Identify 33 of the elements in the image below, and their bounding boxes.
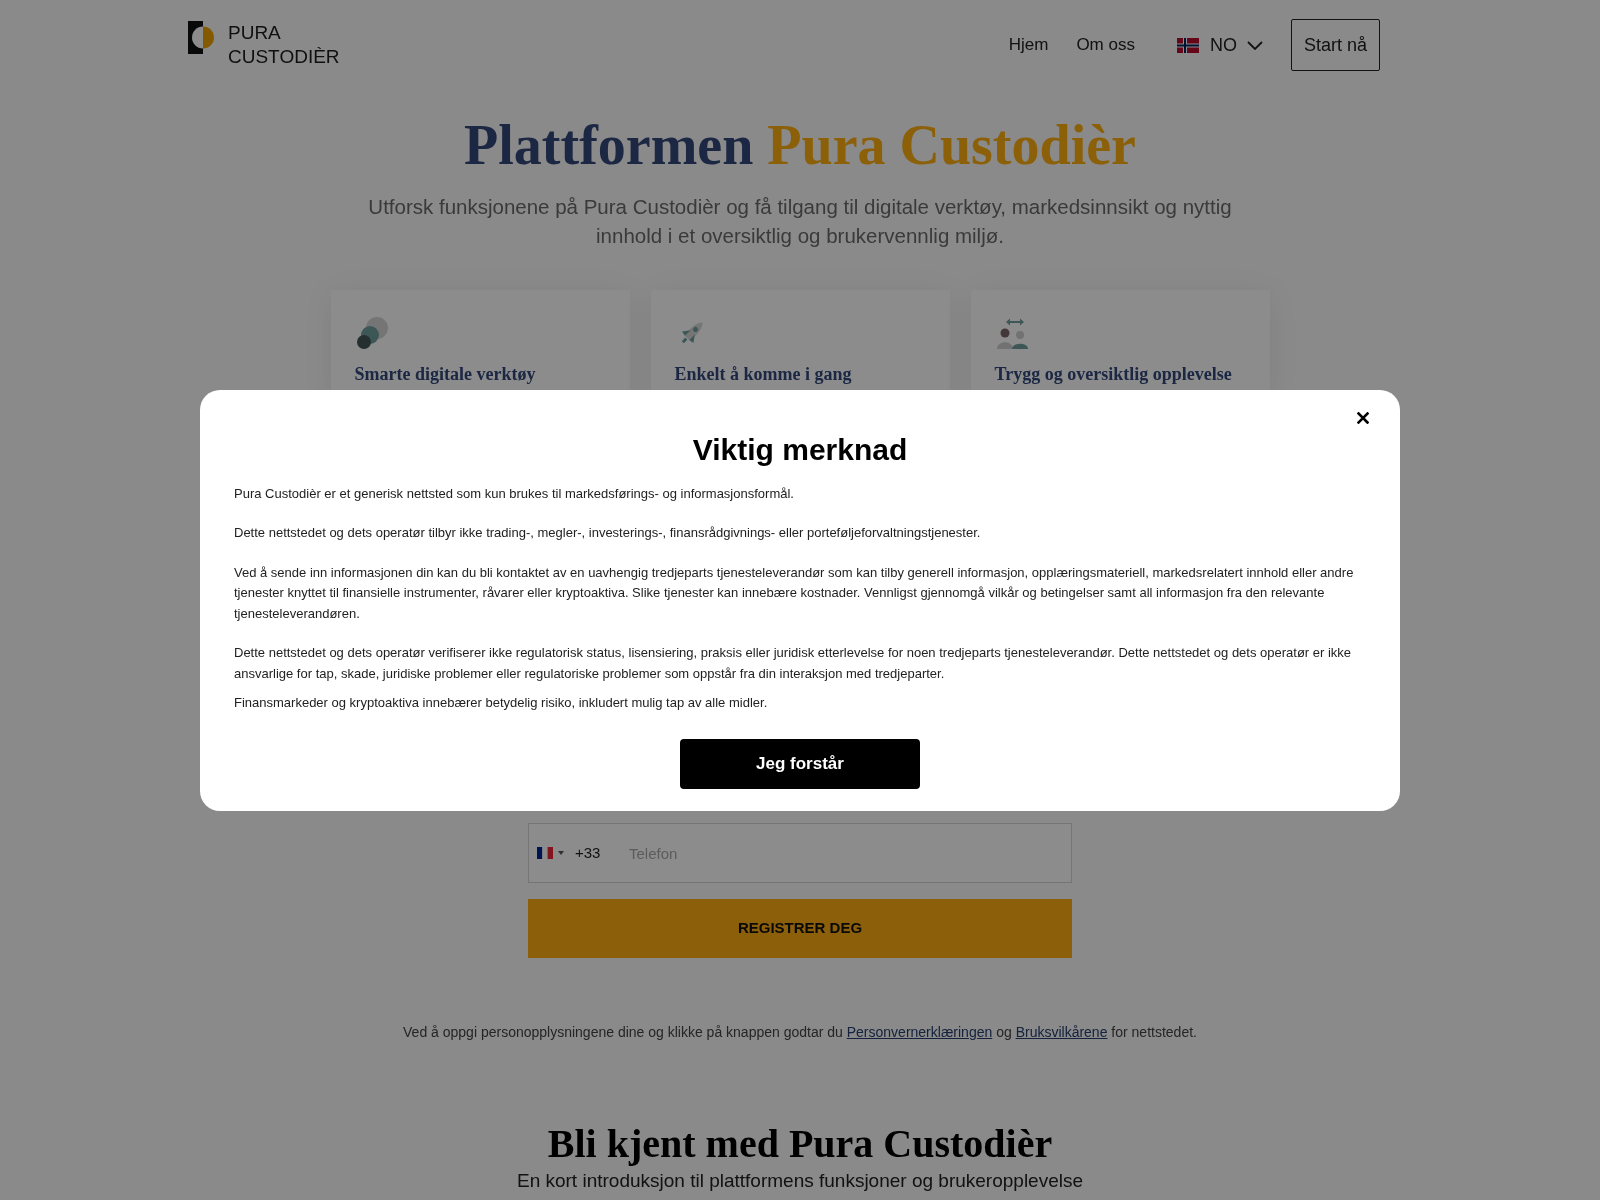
close-icon [1357, 411, 1369, 424]
feature-title: Smarte digitale verktøy [354, 363, 537, 386]
hero-subtitle: Utforsk funksjonene på Pura Custodièr og få tilgang til digitale verktøy, markedsinnsikt og nyttig innhold i et oversiktlig og brukervennlig miljø. [367, 194, 1233, 249]
consent-text: Ved å oppgi personopplysningene dine og klikke på knappen godtar du Personvernerklæringen og Bruksvilkårene for nettstedet. [402, 1023, 1198, 1042]
country-selector[interactable] [537, 847, 564, 859]
dialog-title: Viktig merknad [691, 431, 909, 468]
confirm-button[interactable]: Jeg forstår [680, 738, 920, 789]
section-title: Bli kjent med Pura Custodièr [546, 1121, 1054, 1167]
circles-icon [354, 316, 389, 350]
register-button[interactable]: REGISTRER DEG [528, 899, 1072, 958]
nav-link[interactable]: Hjem [1008, 32, 1049, 58]
feature-title: Trygg og oversiktlig opplevelse [994, 363, 1233, 386]
feature-title: Enkelt å komme i gang [674, 363, 853, 386]
hero-title: Plattformen Pura Custodièr [463, 113, 1137, 178]
logo-icon [188, 21, 214, 54]
notice-paragraph: Ved å sende inn informasjonen din kan du bli kontaktet av en uavhengig tredjeparts tjenesteleverandør som kan tilby generell informasjon, opplæringsmateriell, markedsrelatert innhold eller andre tjenester knyttet til finansielle instrumenter, råvarer eller kryptoaktiva. Slike tjenester kan innebære kostnader. Vennligst gjennomgå vilkår og betingelser samt all informasjon fra den relevante tjenesteleverandøren. [234, 563, 1355, 623]
consent-link[interactable]: Bruksvilkårene [1015, 1024, 1108, 1040]
consent-link[interactable]: Personvernerklæringen [846, 1024, 993, 1040]
start-button[interactable]: Start nå [1290, 19, 1380, 71]
flag-icon [1176, 37, 1199, 53]
flag-icon [537, 847, 553, 859]
section-subtitle: En kort introduksjon til plattformens funksjoner og brukeropplevelse [515, 1169, 1085, 1193]
logo-text: PURA CUSTODIÈR [228, 21, 340, 69]
nav-link[interactable]: Om oss [1076, 32, 1135, 58]
caret-icon [558, 851, 564, 855]
notice-paragraph: Dette nettstedet og dets operatør verifiserer ikke regulatorisk status, lisensiering, praksis eller juridisk etterlevelse for noen tredjeparts tjenesteleverandør. Dette nettstedet og dets operatør er ikke ansvarlige for tap, skade, juridiske problemer eller regulatoriske problemer som oppstår fra din interaksjon med tredjeparter. [234, 644, 1353, 683]
notice-paragraph: Dette nettstedet og dets operatør tilbyr ikke trading-, megler-, investerings-, finansrådgivnings- eller porteføljeforvaltningstjenester. [234, 524, 982, 542]
chevron-down-icon [1246, 40, 1263, 50]
people-arrows-icon [994, 316, 1029, 350]
notice-paragraph: Finansmarkeder og kryptoaktiva innebærer betydelig risiko, inkludert mulig tap av alle midler. [234, 694, 769, 712]
language-selector[interactable]: NO [1176, 31, 1263, 59]
dial-code: +33 [575, 843, 601, 863]
notice-paragraph: Pura Custodièr er et generisk nettsted som kun brukes til markedsførings- og informasjonsformål. [234, 484, 795, 503]
